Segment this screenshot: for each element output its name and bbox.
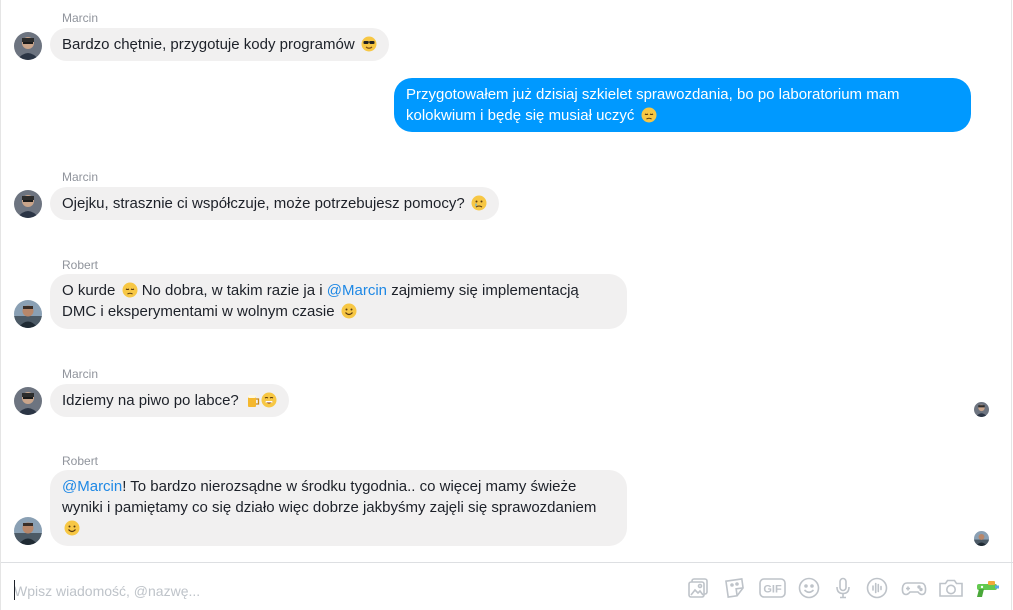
sender-name: Marcin xyxy=(62,367,99,381)
read-receipt-avatar xyxy=(974,531,989,546)
message-text: Idziemy na piwo po labce? xyxy=(62,392,239,409)
beer-emoji xyxy=(245,392,261,408)
message-text: Ojejku, strasznie ci współczuje, może po… xyxy=(62,195,465,212)
voice-wave-icon[interactable] xyxy=(865,576,889,600)
message-text: Bardzo chętnie, przygotuje kody programó… xyxy=(62,36,355,53)
grinning-face-emoji xyxy=(261,392,277,408)
camera-icon[interactable] xyxy=(938,576,964,600)
message-bubble[interactable]: Ojejku, strasznie ci współczuje, może po… xyxy=(50,187,499,220)
disappointed-face-emoji xyxy=(122,282,138,298)
sender-name: Robert xyxy=(62,258,99,272)
water-gun-icon[interactable] xyxy=(974,576,1000,600)
svg-text:GIF: GIF xyxy=(763,584,782,596)
smiling-face-emoji xyxy=(341,303,357,319)
chat-window: Marcin Bardzo chętnie, przygotuje kody p… xyxy=(0,0,1013,610)
avatar-robert[interactable] xyxy=(14,300,42,328)
game-controller-icon[interactable] xyxy=(901,576,927,600)
message-bubble[interactable]: @Marcin! To bardzo nierozsądne w środku … xyxy=(50,470,627,546)
emoji-icon[interactable] xyxy=(797,576,821,600)
sender-name: Marcin xyxy=(62,170,99,184)
mention-link[interactable]: @Marcin xyxy=(327,282,387,299)
text-caret xyxy=(14,580,15,600)
message-bubble[interactable]: O kurde No dobra, w takim razie ja i @Ma… xyxy=(50,274,627,329)
avatar-marcin[interactable] xyxy=(14,387,42,415)
sticker-icon[interactable] xyxy=(723,576,747,600)
message-bubble[interactable]: Idziemy na piwo po labce? xyxy=(50,384,289,417)
sender-name: Marcin xyxy=(62,11,99,25)
sunglasses-face-emoji xyxy=(361,36,377,52)
message-bubble[interactable]: Bardzo chętnie, przygotuje kody programó… xyxy=(50,28,389,61)
avatar-marcin[interactable] xyxy=(14,190,42,218)
microphone-icon[interactable] xyxy=(831,576,855,600)
crying-face-emoji xyxy=(471,195,487,211)
message-input[interactable] xyxy=(14,581,654,601)
avatar-marcin[interactable] xyxy=(14,32,42,60)
message-text-part: No dobra, w takim razie ja i xyxy=(141,282,323,299)
message-text-part: O kurde xyxy=(62,282,116,299)
smiling-face-emoji xyxy=(64,520,80,536)
message-composer: GIF xyxy=(1,562,1013,610)
avatar-robert[interactable] xyxy=(14,517,42,545)
read-receipt-avatar xyxy=(974,402,989,417)
disappointed-face-emoji xyxy=(641,107,657,123)
gif-icon[interactable]: GIF xyxy=(759,576,786,600)
mention-link[interactable]: @Marcin xyxy=(62,478,122,495)
message-bubble-outgoing[interactable]: Przygotowałem już dzisiaj szkielet spraw… xyxy=(394,78,971,132)
message-text: ! To bardzo nierozsądne w środku tygodni… xyxy=(62,478,597,516)
image-icon[interactable] xyxy=(687,576,711,600)
sender-name: Robert xyxy=(62,454,99,468)
